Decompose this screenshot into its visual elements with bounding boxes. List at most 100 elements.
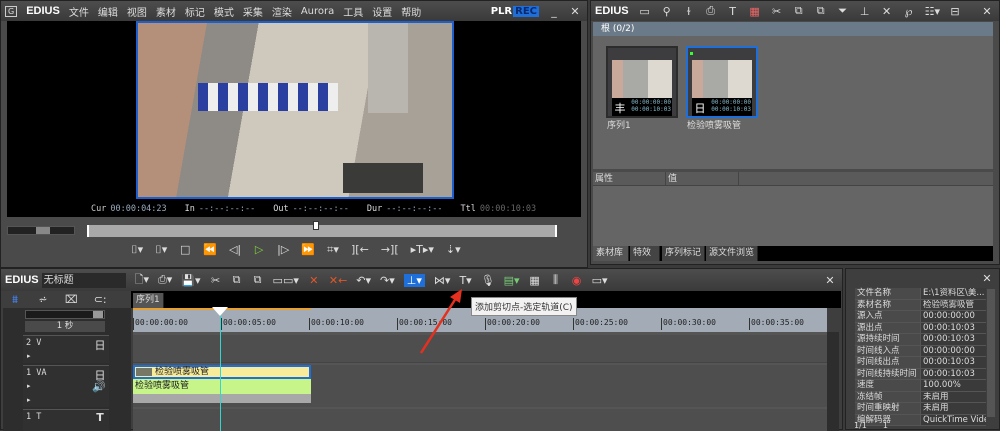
redo-icon[interactable]: ↷▾ <box>380 274 395 287</box>
playhead[interactable] <box>212 307 229 431</box>
menu-help[interactable]: 帮助 <box>401 4 421 19</box>
view-mode-icon[interactable]: ☷▾ <box>925 5 940 18</box>
plr-button[interactable]: PLR <box>491 6 512 17</box>
voiceover-icon[interactable]: 🎙 <box>481 274 495 287</box>
transition-icon[interactable]: ⋈▾ <box>434 274 451 287</box>
tab-source-browser[interactable]: 源文件浏览 <box>706 246 759 261</box>
save-icon[interactable]: 💾▾ <box>181 274 200 287</box>
up-icon[interactable]: ɫ <box>683 5 695 18</box>
delete-icon[interactable]: ✕ <box>881 5 893 18</box>
paste-icon[interactable]: ⧉ <box>252 273 264 287</box>
ripple-delete-icon[interactable]: ✕← <box>329 274 347 287</box>
replace-icon[interactable]: ▸T▸▾ <box>411 243 434 257</box>
render-icon[interactable]: ▤▾ <box>504 274 520 287</box>
video-clip[interactable]: 检验喷雾吸管 <box>133 365 311 379</box>
zoom-slider[interactable] <box>25 310 105 319</box>
sync-mode-icon[interactable]: ⩩ <box>9 293 21 307</box>
folder-path[interactable]: 根 (0/2) <box>601 24 634 34</box>
set-in-icon[interactable]: ⌷▾ <box>131 243 143 257</box>
shuttle-slider[interactable] <box>7 226 75 235</box>
snap-icon[interactable]: ⊂: <box>94 293 107 307</box>
copy-icon[interactable]: ⧉ <box>793 4 805 18</box>
bin-close-icon[interactable]: ✕ <box>981 5 993 18</box>
open-project-icon[interactable]: ⎙▾ <box>158 273 172 287</box>
expand-icon[interactable]: ▸ <box>27 352 31 360</box>
step-back-icon[interactable]: ◁| <box>229 243 241 257</box>
ripple-mode-icon[interactable]: ⩫ <box>37 293 49 307</box>
rewind-icon[interactable]: ⏪ <box>203 243 217 257</box>
menu-tools[interactable]: 工具 <box>343 4 363 19</box>
insert-timeline-icon[interactable]: ⊥ <box>859 5 871 18</box>
expand-icon[interactable]: ▸ <box>27 382 31 390</box>
delete-icon[interactable]: ✕ <box>308 274 320 287</box>
menu-render[interactable]: 渲染 <box>272 4 292 19</box>
info-close-icon[interactable]: ✕ <box>981 272 993 285</box>
set-out-icon[interactable]: ⌷▾ <box>155 243 167 257</box>
search-icon[interactable]: ⚲ <box>661 5 673 18</box>
loop-icon[interactable]: ⌗▾ <box>327 243 339 257</box>
track-1va[interactable]: 1 VA 日 🔊 ▸ ▸ <box>23 365 109 407</box>
track-1t[interactable]: 1 T T <box>23 409 109 431</box>
copy-icon[interactable]: ⧉ <box>231 273 243 287</box>
timeline-area[interactable]: 00:00:00:00 00:00:05:00 00:00:10:00 00:00:1… <box>133 307 827 431</box>
timeline-close-icon[interactable]: ✕ <box>824 274 836 287</box>
clip-thumb-video[interactable]: 日 00:00:00:00 00:00:10:03 <box>686 46 758 118</box>
tab-sequence-markers[interactable]: 序列标记 <box>662 246 706 261</box>
menu-aurora[interactable]: Aurora <box>301 6 334 17</box>
menu-mode[interactable]: 模式 <box>214 4 234 19</box>
menu-edit[interactable]: 编辑 <box>98 4 118 19</box>
close-icon[interactable]: ✕ <box>569 5 581 18</box>
cut-icon[interactable]: ✂ <box>210 274 222 287</box>
menu-capture[interactable]: 采集 <box>243 4 263 19</box>
mixer-icon[interactable]: ⫼ <box>550 273 562 287</box>
folder-icon[interactable]: ▭ <box>639 5 651 18</box>
fast-forward-icon[interactable]: ⏩ <box>301 243 315 257</box>
project-name[interactable]: 无标题 <box>41 272 126 288</box>
tab-bin[interactable]: 素材库 <box>593 246 629 261</box>
overwrite-icon[interactable]: →][ <box>381 243 399 257</box>
title-icon[interactable]: T▾ <box>459 274 471 287</box>
add-cut-point-button[interactable]: ⊥▾ <box>403 273 425 287</box>
insert-icon[interactable]: ][← <box>351 243 369 257</box>
track-2v[interactable]: 2 V 日 ▸ <box>23 335 109 363</box>
menu-file[interactable]: 文件 <box>69 4 89 19</box>
layout-icon[interactable]: ▭▾ <box>592 274 608 287</box>
cut-icon[interactable]: ✂ <box>771 5 783 18</box>
title-track-icon[interactable]: T <box>94 411 106 424</box>
properties-icon[interactable]: ℘ <box>903 5 915 18</box>
add-to-timeline-icon[interactable]: ⏷ <box>837 4 849 18</box>
scrubber-handle[interactable] <box>313 221 319 230</box>
info-scrollbar[interactable] <box>987 289 995 417</box>
tab-effects[interactable]: 特效 <box>630 246 660 261</box>
title-icon[interactable]: T <box>727 5 739 18</box>
stop-icon[interactable]: □ <box>179 243 191 257</box>
tab-sequence-1[interactable]: 序列1 <box>133 293 164 308</box>
export-icon[interactable]: ⇣▾ <box>446 243 461 257</box>
group-mode-icon[interactable]: ⌧ <box>65 293 78 307</box>
color-icon[interactable]: ◉ <box>571 274 583 287</box>
paste-icon[interactable]: ⧉ <box>815 4 827 18</box>
play-icon[interactable]: ▷ <box>253 243 265 257</box>
menu-view[interactable]: 视图 <box>127 4 147 19</box>
video-track-icon[interactable]: 日 <box>94 337 106 353</box>
menu-clip[interactable]: 素材 <box>156 4 176 19</box>
timeline-scrollbar[interactable] <box>827 332 839 431</box>
menu-settings[interactable]: 设置 <box>372 4 392 19</box>
expand-icon[interactable]: ▸ <box>27 396 31 404</box>
speaker-icon[interactable]: 🔊 <box>92 380 106 393</box>
import-icon[interactable]: ⎙ <box>705 4 717 18</box>
minimize-icon[interactable]: _ <box>548 5 560 18</box>
clip-thumb-sequence[interactable]: 丰 00:00:00:00 00:00:10:03 <box>606 46 678 118</box>
audio-clip[interactable]: 检验喷雾吸管 <box>133 379 311 394</box>
menu-marker[interactable]: 标记 <box>185 4 205 19</box>
color-bars-icon[interactable]: ▦ <box>749 5 761 18</box>
scale-selector[interactable]: 1 秒 <box>25 321 105 332</box>
match-frame-icon[interactable]: ▭▭▾ <box>273 274 299 287</box>
scrubber-bar[interactable] <box>87 221 557 237</box>
step-forward-icon[interactable]: |▷ <box>277 243 289 257</box>
toolbox-icon[interactable]: ⊟ <box>949 5 961 18</box>
undo-icon[interactable]: ↶▾ <box>356 274 371 287</box>
multicam-icon[interactable]: ▦ <box>529 274 541 287</box>
new-sequence-icon[interactable]: 🗋▾ <box>135 271 149 290</box>
rec-button[interactable]: REC <box>513 5 539 17</box>
